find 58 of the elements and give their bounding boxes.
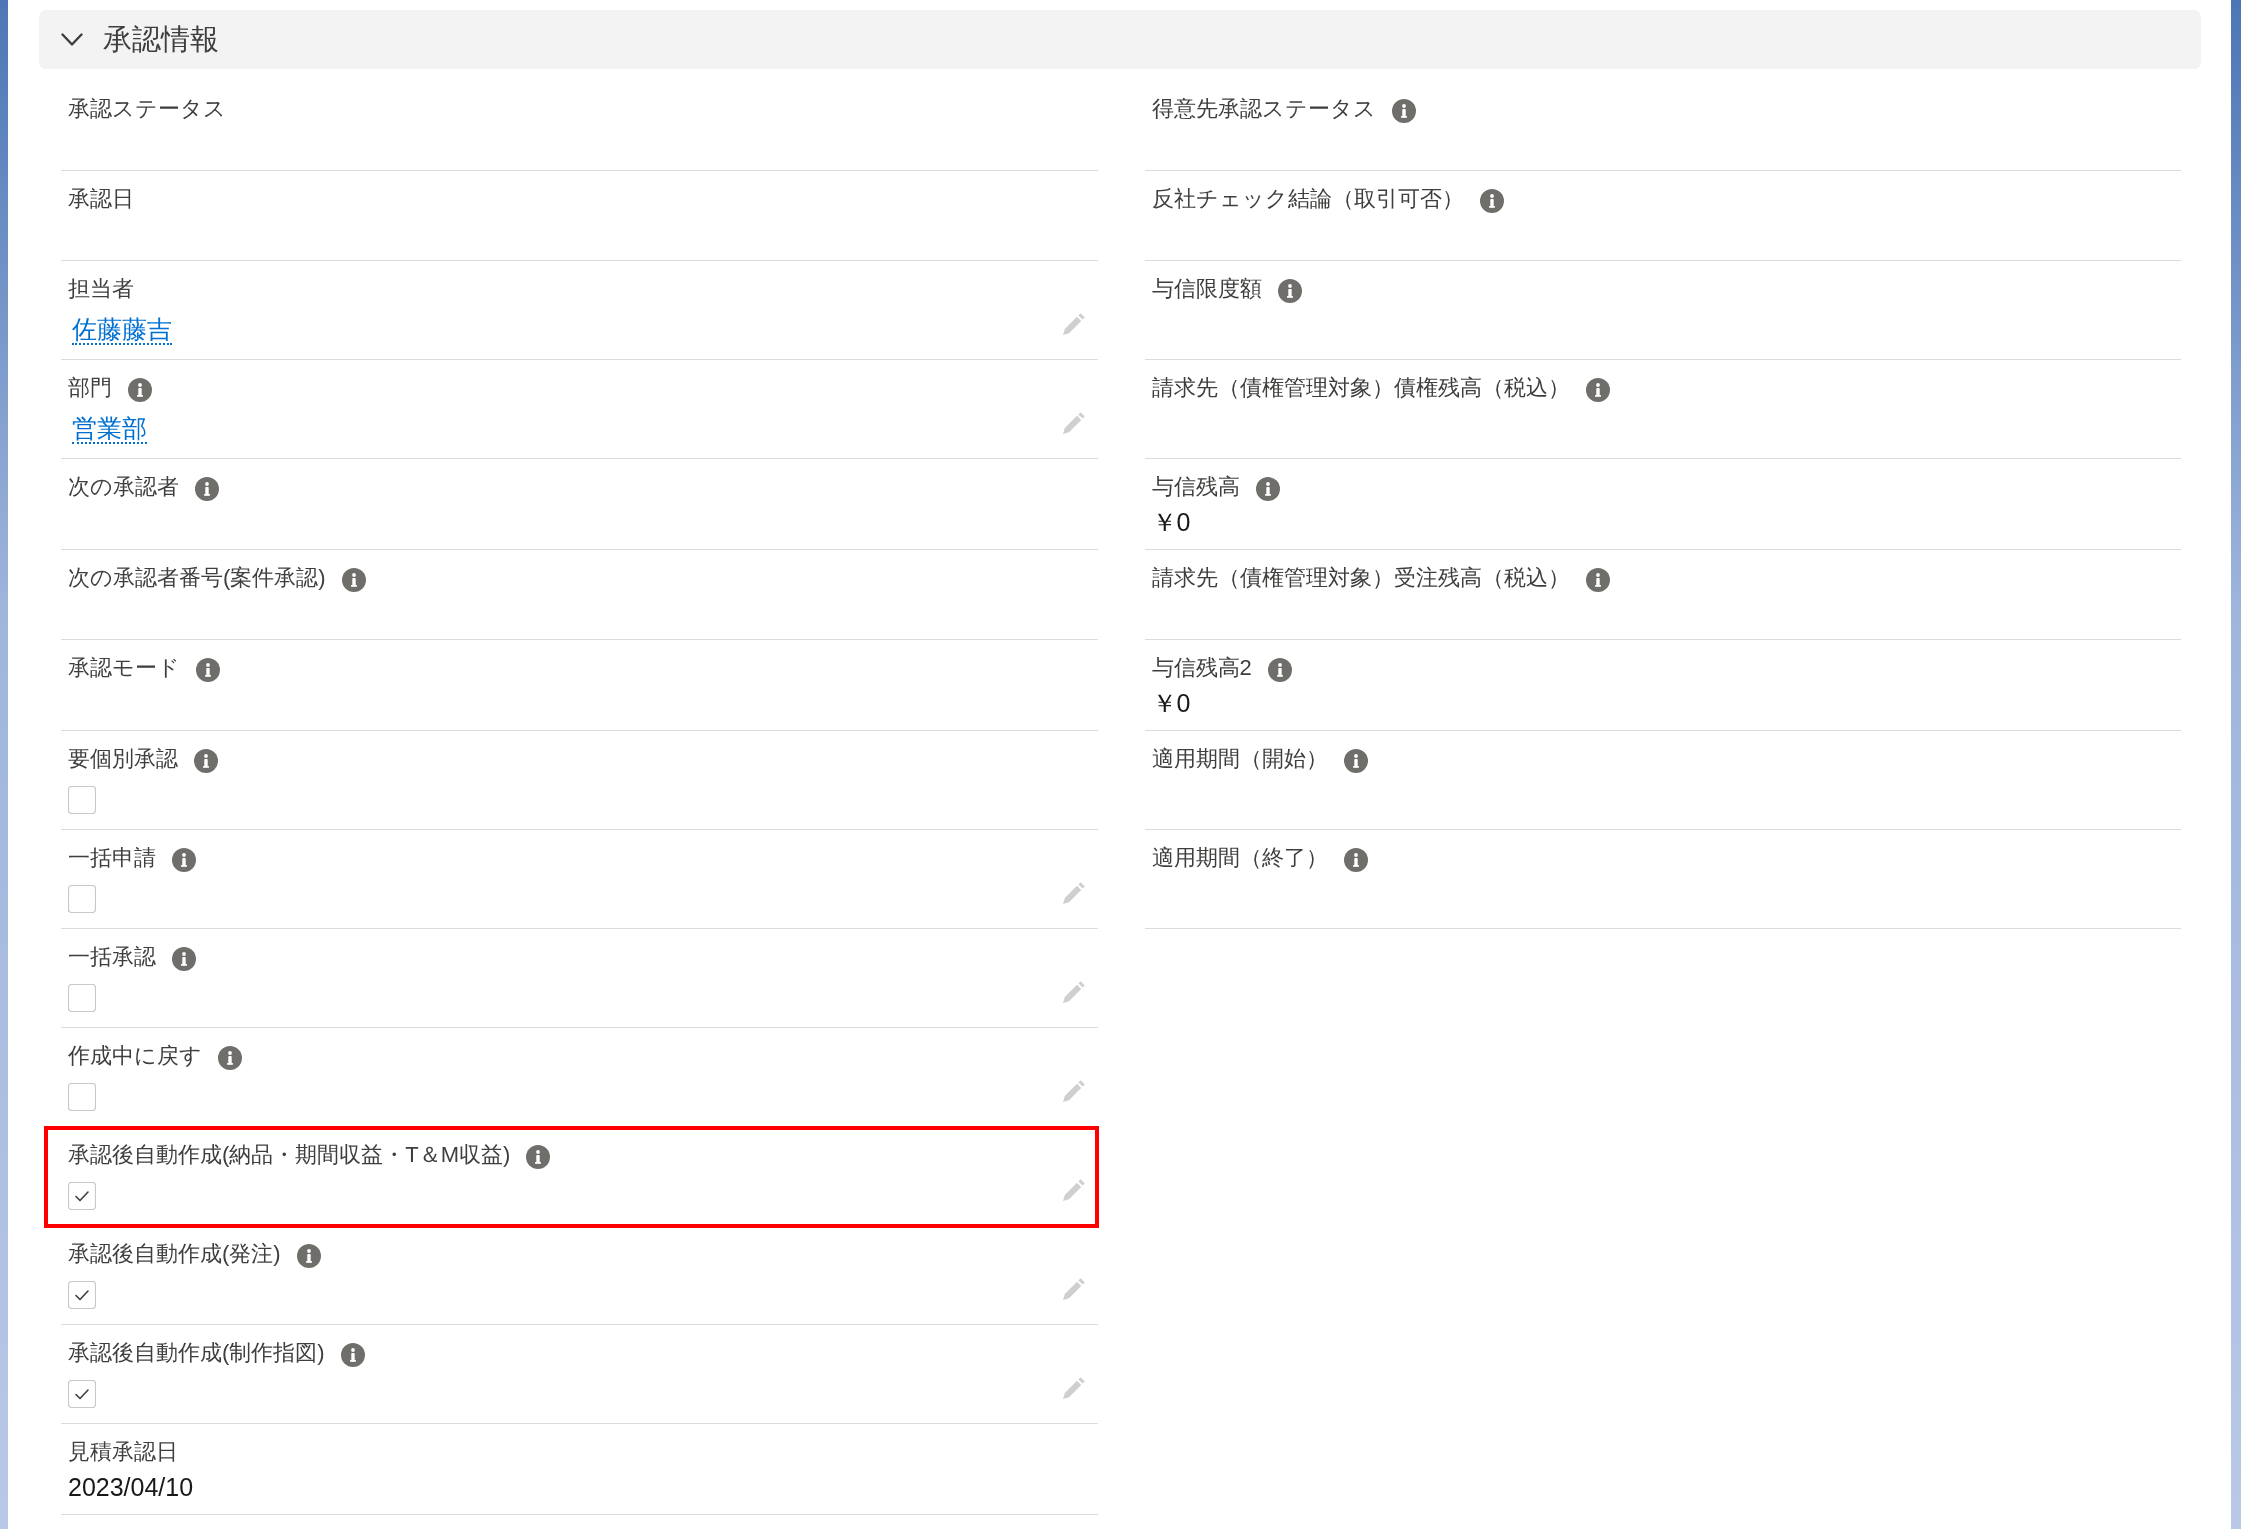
field-label: 部門	[68, 374, 112, 402]
info-icon[interactable]	[526, 1145, 551, 1169]
field-label: 次の承認者番号(案件承認)	[68, 564, 326, 592]
info-icon[interactable]	[172, 947, 196, 971]
chevron-icon	[61, 32, 83, 47]
field-label: 得意先承認ステータス	[1151, 95, 1376, 123]
checkbox[interactable]	[68, 885, 96, 913]
field-label: 承認後自動作成(発注)	[68, 1240, 281, 1268]
info-icon[interactable]	[341, 568, 366, 592]
info-icon[interactable]	[1277, 279, 1302, 303]
info-icon[interactable]	[1255, 477, 1280, 501]
field-label: 一括申請	[68, 844, 156, 872]
field-value: 2023/04/10	[68, 1472, 194, 1502]
field-label: 担当者	[68, 275, 134, 303]
field-label: 承認後自動作成(制作指図)	[68, 1339, 325, 1367]
field-label: 承認モード	[68, 654, 180, 682]
info-icon[interactable]	[1343, 749, 1368, 773]
field-label: 反社チェック結論（取引可否）	[1151, 185, 1464, 213]
info-icon[interactable]	[196, 658, 220, 682]
checkbox[interactable]	[68, 786, 96, 814]
info-icon[interactable]	[1585, 568, 1610, 592]
field-label: 適用期間（開始）	[1151, 745, 1328, 773]
checkbox[interactable]	[68, 1083, 96, 1111]
field-value: ￥0	[1151, 687, 1191, 719]
field-label: 承認後自動作成(納品・期間収益・T＆M収益)	[68, 1141, 511, 1169]
field-label: 請求先（債権管理対象）受注残高（税込）	[1151, 564, 1570, 592]
info-icon[interactable]	[1343, 848, 1368, 872]
checkbox[interactable]	[68, 1281, 96, 1309]
field-label: 見積承認日	[68, 1438, 178, 1466]
info-icon[interactable]	[296, 1244, 321, 1268]
field-label: 与信限度額	[1151, 275, 1262, 303]
field-label: 承認日	[68, 185, 134, 213]
field-label: 適用期間（終了）	[1151, 844, 1328, 872]
field-label: 作成中に戻す	[68, 1042, 202, 1070]
info-icon[interactable]	[1585, 378, 1610, 402]
info-icon[interactable]	[195, 477, 219, 501]
checkbox[interactable]	[68, 1380, 96, 1408]
info-icon[interactable]	[128, 378, 152, 402]
field-label: 請求先（債権管理対象）債権残高（税込）	[1151, 374, 1570, 402]
info-icon[interactable]	[172, 848, 196, 872]
field-label: 要個別承認	[68, 745, 178, 773]
field-value: ￥0	[1151, 506, 1191, 538]
info-icon[interactable]	[1267, 658, 1292, 682]
info-icon[interactable]	[218, 1046, 242, 1070]
checkbox[interactable]	[68, 984, 96, 1012]
field-label: 承認ステータス	[68, 95, 226, 123]
section-toggle[interactable]: 承認情報	[39, 10, 2201, 69]
field-label: 与信残高2	[1151, 654, 1252, 682]
info-icon[interactable]	[194, 749, 218, 773]
checkbox[interactable]	[68, 1182, 96, 1210]
info-icon[interactable]	[340, 1343, 365, 1367]
record-link[interactable]: 佐藤藤吉	[72, 314, 172, 346]
info-icon[interactable]	[1479, 189, 1504, 213]
info-icon[interactable]	[1391, 99, 1416, 123]
field-label: 次の承認者	[68, 473, 179, 501]
field-label: 与信残高	[1151, 473, 1240, 501]
field-label: 一括承認	[68, 943, 156, 971]
record-link[interactable]: 営業部	[72, 413, 147, 445]
